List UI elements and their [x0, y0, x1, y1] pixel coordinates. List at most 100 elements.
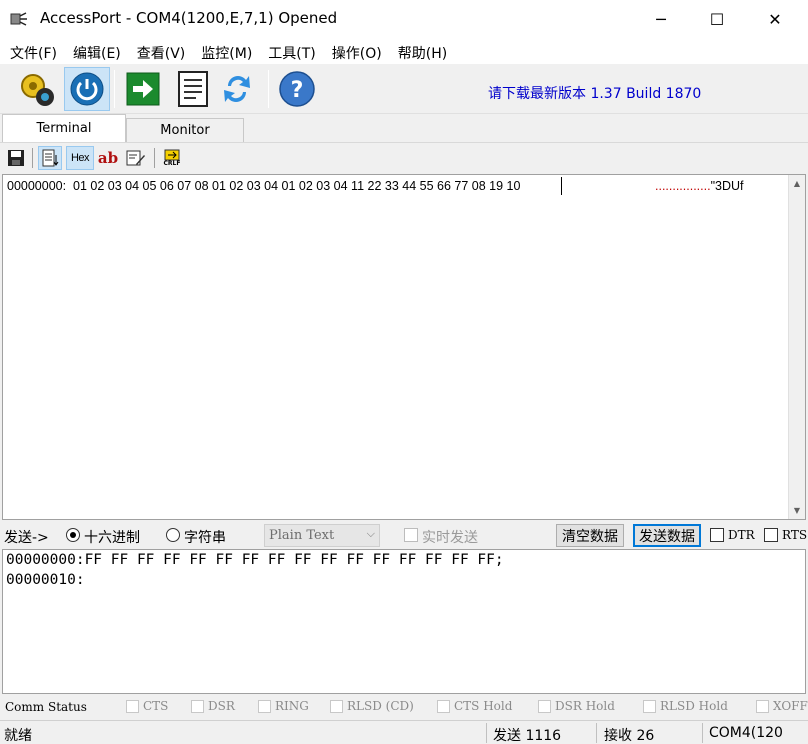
clear-data-button[interactable]: 清空数据	[556, 524, 624, 547]
scroll-down-icon[interactable]: ▼	[789, 502, 805, 519]
send-line: 00000010:	[6, 572, 85, 588]
rlsd-label: RLSD (CD)	[347, 699, 414, 713]
hex-mode-button[interactable]: Hex	[66, 146, 94, 170]
update-notice[interactable]: 请下载最新版本 1.37 Build 1870	[488, 83, 701, 103]
window-title: AccessPort - COM4(1200,E,7,1) Opened	[40, 9, 338, 27]
toolbar-separator	[268, 70, 269, 108]
menu-bar: 文件(F) 编辑(E) 查看(V) 监控(M) 工具(T) 操作(O) 帮助(H…	[0, 38, 808, 64]
rlsd-hold-indicator	[643, 700, 656, 713]
dsr-indicator	[191, 700, 204, 713]
edit-pen-icon	[126, 150, 145, 166]
dsr-hold-label: DSR Hold	[555, 699, 615, 713]
status-ready: 就绪	[4, 728, 32, 744]
notepad-icon	[178, 71, 208, 107]
status-separator	[702, 723, 703, 743]
rts-checkbox[interactable]	[764, 528, 778, 542]
menu-monitor[interactable]: 监控(M)	[191, 38, 258, 64]
rlsd-hold-label: RLSD Hold	[660, 699, 728, 713]
cts-indicator	[126, 700, 139, 713]
receive-terminal[interactable]: 00000000: 01 02 03 04 05 06 07 08 01 02 …	[2, 174, 806, 520]
dtr-label: DTR	[728, 528, 755, 542]
xoff-indicator	[756, 700, 769, 713]
menu-tools[interactable]: 工具(T)	[258, 38, 321, 64]
help-icon: ?	[279, 71, 315, 107]
close-button[interactable]: ✕	[752, 0, 798, 38]
menu-operation[interactable]: 操作(O)	[322, 38, 388, 64]
send-textarea[interactable]: 00000000:FF FF FF FF FF FF FF FF FF FF F…	[2, 549, 806, 694]
toolbar-separator	[114, 70, 115, 108]
terminal-toolbar: Hex ab CRLF	[0, 142, 808, 172]
scroll-up-icon[interactable]: ▲	[789, 175, 805, 192]
receive-ascii-line: ................"3DUf	[655, 179, 744, 193]
radio-hex-label[interactable]: 十六进制	[84, 527, 140, 547]
tab-terminal[interactable]: Terminal	[2, 114, 126, 142]
receive-ascii-text: "3DUf	[710, 179, 744, 193]
receive-hex-line: 00000000: 01 02 03 04 05 06 07 08 01 02 …	[7, 179, 521, 193]
menu-view[interactable]: 查看(V)	[127, 38, 192, 64]
maximize-button[interactable]: ☐	[694, 0, 740, 38]
dsr-hold-indicator	[538, 700, 551, 713]
status-separator	[486, 723, 487, 743]
edit-button[interactable]	[124, 146, 148, 170]
menu-help[interactable]: 帮助(H)	[388, 38, 453, 64]
document-scroll-icon	[42, 149, 59, 167]
send-control-bar: 发送-> 十六进制 字符串 Plain Text ⌵ 实时发送 清空数据 发送数…	[0, 522, 808, 549]
rts-label: RTS	[782, 528, 808, 542]
receive-ascii-dots: ................	[655, 179, 711, 193]
menu-edit[interactable]: 编辑(E)	[63, 38, 127, 64]
cts-hold-label: CTS Hold	[454, 699, 513, 713]
dtr-checkbox[interactable]	[710, 528, 724, 542]
notepad-button[interactable]	[170, 67, 216, 111]
auto-scroll-button[interactable]	[38, 146, 62, 170]
crlf-button[interactable]: CRLF	[160, 146, 184, 170]
ring-label: RING	[275, 699, 309, 713]
toolbar-separator	[154, 148, 155, 168]
realtime-send-label: 实时发送	[422, 530, 478, 546]
status-separator	[596, 723, 597, 743]
send-label: 发送->	[4, 530, 49, 546]
radio-hex[interactable]	[66, 528, 80, 542]
help-button[interactable]: ?	[274, 67, 320, 111]
text-mode-button[interactable]: ab	[96, 146, 120, 170]
open-close-port-button[interactable]	[64, 67, 110, 111]
power-icon	[70, 72, 104, 106]
rlsd-indicator	[330, 700, 343, 713]
comm-status-bar: Comm Status CTS DSR RING RLSD (CD) CTS H…	[0, 696, 808, 718]
refresh-icon	[224, 75, 250, 102]
status-sent-count: 发送 1116	[493, 728, 562, 744]
status-bar: 就绪 发送 1116 接收 26 COM4(120	[0, 720, 808, 744]
save-button[interactable]	[4, 146, 28, 170]
xoff-label: XOFF	[773, 699, 808, 713]
text-cursor	[561, 177, 562, 195]
tab-monitor[interactable]: Monitor	[126, 118, 244, 142]
crlf-label: CRLF	[163, 160, 181, 167]
app-icon	[10, 11, 28, 27]
send-line: 00000000:FF FF FF FF FF FF FF FF FF FF F…	[6, 552, 504, 568]
minimize-button[interactable]: ─	[638, 0, 684, 38]
help-glyph: ?	[291, 78, 304, 103]
cts-label: CTS	[143, 699, 169, 713]
toolbar-separator	[32, 148, 33, 168]
realtime-send-checkbox[interactable]	[404, 528, 418, 542]
format-select-value: Plain Text	[269, 528, 335, 543]
send-data-button[interactable]: 发送数据	[633, 524, 701, 547]
format-select[interactable]: Plain Text ⌵	[264, 524, 380, 547]
run-arrow-icon	[126, 72, 160, 106]
refresh-button[interactable]	[214, 67, 260, 111]
radio-string[interactable]	[166, 528, 180, 542]
tab-strip: Terminal Monitor	[0, 114, 808, 142]
chevron-down-icon: ⌵	[366, 527, 375, 540]
ring-indicator	[258, 700, 271, 713]
comm-status-label: Comm Status	[5, 700, 87, 714]
radio-string-label[interactable]: 字符串	[184, 527, 226, 547]
save-disk-icon	[8, 150, 24, 166]
dsr-label: DSR	[208, 699, 235, 713]
status-received-count: 接收 26	[604, 728, 655, 744]
menu-file[interactable]: 文件(F)	[0, 38, 63, 64]
status-port: COM4(120	[709, 725, 783, 741]
receive-scrollbar[interactable]: ▲ ▼	[788, 175, 805, 519]
title-bar: AccessPort - COM4(1200,E,7,1) Opened ─ ☐…	[0, 0, 808, 38]
cts-hold-indicator	[437, 700, 450, 713]
run-button[interactable]	[120, 67, 166, 111]
config-button[interactable]	[14, 67, 60, 111]
